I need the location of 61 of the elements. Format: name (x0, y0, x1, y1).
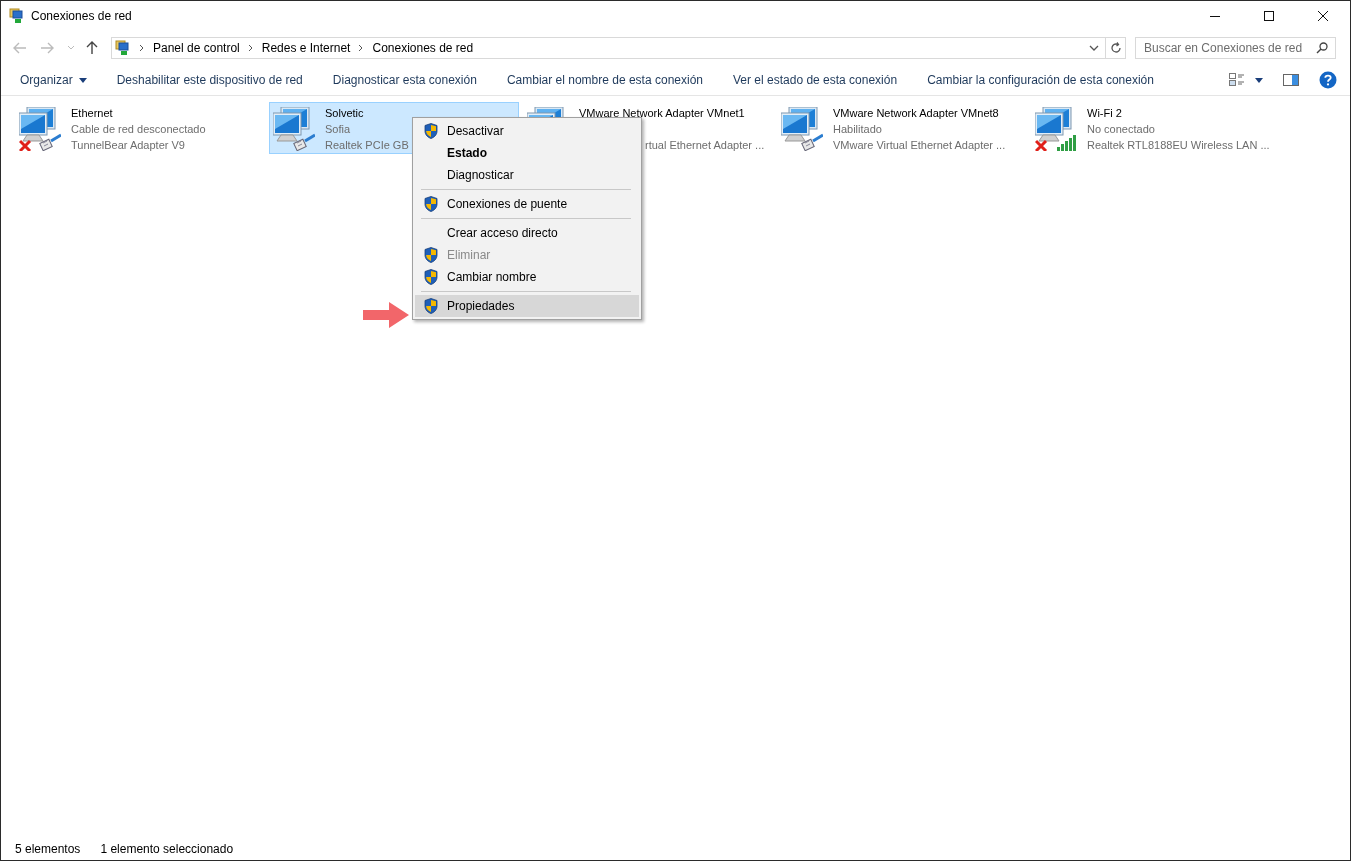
breadcrumb[interactable]: Panel de control (153, 41, 240, 55)
chevron-right-icon (139, 44, 145, 52)
up-arrow-icon[interactable] (86, 41, 98, 55)
shield-icon (424, 247, 438, 263)
network-folder-icon (9, 8, 25, 24)
shield-icon (424, 123, 438, 139)
connection-name: Ethernet (71, 106, 114, 121)
help-icon[interactable] (1319, 71, 1337, 89)
connection-name: Wi-Fi 2 (1087, 106, 1123, 121)
breadcrumb[interactable]: Redes e Internet (261, 41, 351, 55)
connection-name: Solvetic (325, 106, 365, 121)
connection-status: No conectado (1087, 122, 1156, 137)
selection-count: 1 elemento seleccionado (100, 842, 234, 856)
refresh-icon (1109, 42, 1122, 54)
toolbar-button[interactable]: Deshabilitar este dispositivo de red (105, 69, 314, 91)
adapter-name: VMware Virtual Ethernet Adapter ... (833, 138, 1006, 153)
pointer-arrow (363, 302, 409, 328)
minimize-icon[interactable] (1210, 15, 1220, 17)
refresh-button[interactable] (1106, 37, 1126, 59)
toolbar-button[interactable]: Diagnosticar esta conexión (321, 69, 488, 91)
connection-name: VMware Network Adapter VMnet8 (833, 106, 1000, 121)
maximize-icon[interactable] (1264, 11, 1274, 21)
menu-item[interactable]: Propiedades (415, 295, 639, 317)
menu-item[interactable]: Conexiones de puente (415, 193, 639, 215)
connection-status: Cable de red desconectado (71, 122, 206, 137)
menu-item[interactable]: Crear acceso directo (415, 222, 639, 244)
preview-pane-icon[interactable] (1283, 74, 1299, 86)
window-title: Conexiones de red (31, 9, 132, 23)
adapter-name: TunnelBear Adapter V9 (71, 138, 186, 153)
adapter-name: Realtek RTL8188EU Wireless LAN ... (1087, 138, 1270, 153)
connection-status: Habilitado (833, 122, 883, 137)
connection-item[interactable]: Ethernet Cable de red desconectado TunnelBear Adapter V9 (15, 102, 265, 154)
shield-icon (424, 298, 438, 314)
close-icon[interactable] (1318, 11, 1328, 21)
organize-menu[interactable]: Organizar (9, 69, 98, 91)
item-count: 5 elementos (15, 842, 81, 856)
adapter-name: Realtek PCIe GB (325, 138, 409, 153)
search-field[interactable]: Buscar en Conexiones de red (1135, 37, 1336, 59)
breadcrumb[interactable]: Conexiones de red (372, 41, 474, 55)
connection-item[interactable]: VMware Network Adapter VMnet8 Habilitado VMware Virtual Ethernet Adapter ... (777, 102, 1027, 154)
connection-name: VMware Network Adapter VMnet1 (579, 106, 746, 121)
toolbar-button[interactable]: Cambiar la configuración de esta conexión (916, 69, 1165, 91)
shield-icon (424, 269, 438, 285)
network-folder-icon (115, 40, 131, 56)
menu-item[interactable]: Diagnosticar (415, 164, 639, 186)
caret-icon[interactable] (1255, 77, 1263, 83)
connection-status: Sofia (325, 122, 352, 137)
adapter-name: rtual Ethernet Adapter ... (644, 138, 765, 153)
caret-icon[interactable] (78, 77, 87, 83)
address-bar[interactable]: Panel de control Redes e Internet Conexiones de red (111, 37, 1106, 59)
chevron-down-icon[interactable] (1089, 45, 1099, 51)
chevron-right-icon (247, 44, 254, 52)
computer-signal-icon (1035, 107, 1077, 151)
connection-item[interactable]: Wi-Fi 2 No conectado Realtek RTL8188EU Wireless LAN ... (1031, 102, 1281, 154)
toolbar-button[interactable]: Cambiar el nombre de esta conexión (495, 69, 714, 91)
shield-icon (424, 196, 438, 212)
menu-item[interactable]: Cambiar nombre (415, 266, 639, 288)
search-icon (1316, 42, 1328, 54)
view-options-icon[interactable] (1229, 73, 1245, 87)
toolbar-button[interactable]: Ver el estado de esta conexión (722, 69, 909, 91)
chevron-right-icon (358, 44, 365, 52)
